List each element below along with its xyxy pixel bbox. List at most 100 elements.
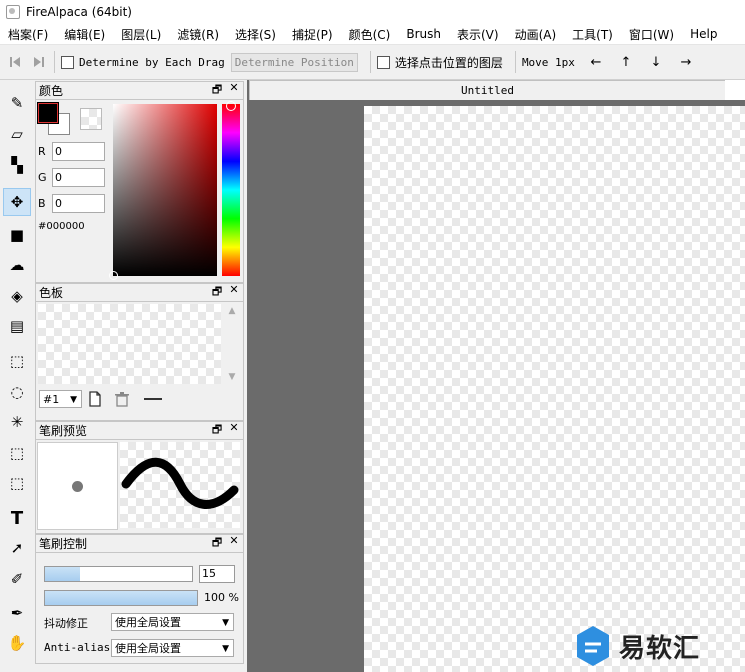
brush-opacity-slider[interactable]: [44, 590, 198, 606]
color-panel: 颜色 🗗 ✕ R 0 G 0 B 0 #000000: [35, 81, 244, 283]
antialias-select[interactable]: 使用全局设置 ▼: [111, 639, 234, 657]
menu-item-3[interactable]: 滤镜(R): [169, 26, 227, 43]
brush-preview-title: 笔刷预览: [39, 424, 88, 438]
palette-swatch-area[interactable]: [38, 304, 221, 384]
palette-select[interactable]: #1 ▼: [39, 390, 82, 408]
move-left-button[interactable]: ←: [581, 55, 611, 70]
divide-tool-icon[interactable]: ✐: [4, 566, 30, 592]
brush-size-slider[interactable]: [44, 566, 193, 582]
determine-position-button[interactable]: Determine Position: [230, 52, 358, 72]
float-icon[interactable]: 🗗: [211, 421, 223, 440]
hand-tool-icon[interactable]: ✋: [4, 630, 30, 656]
green-input[interactable]: 0: [52, 168, 105, 187]
brush-size-input[interactable]: 15: [199, 565, 235, 583]
magic-wand-tool-icon[interactable]: ✳: [4, 409, 30, 435]
text-tool-icon[interactable]: T: [4, 505, 30, 531]
brush-tip-preview: [37, 442, 118, 530]
saturation-value-square[interactable]: [109, 104, 217, 280]
app-icon: [6, 5, 20, 19]
select-eraser-tool-icon[interactable]: ⬚: [4, 470, 30, 496]
select-layer-checkbox[interactable]: [376, 55, 390, 69]
menu-item-4[interactable]: 选择(S): [227, 26, 284, 43]
menu-item-11[interactable]: 窗口(W): [621, 26, 682, 43]
close-icon[interactable]: ✕: [228, 421, 240, 440]
menu-item-7[interactable]: Brush: [398, 27, 449, 41]
menu-item-1[interactable]: 编辑(E): [56, 26, 113, 43]
antialias-value: 使用全局设置: [115, 642, 181, 655]
lasso-select-tool-icon[interactable]: ◌: [4, 379, 30, 405]
tab-strip-end: [725, 80, 745, 100]
close-icon[interactable]: ✕: [228, 283, 240, 302]
canvas-tab[interactable]: Untitled: [249, 80, 726, 100]
eraser-tool-icon[interactable]: ▱: [4, 121, 30, 147]
watermark: 易软汇: [575, 620, 745, 672]
color-panel-header: 颜色 🗗 ✕: [36, 81, 243, 100]
close-icon[interactable]: ✕: [228, 81, 240, 100]
fill-rect-tool-icon[interactable]: ■: [4, 222, 30, 248]
brush-control-panel: 笔刷控制 🗗 ✕ 15 100 % 抖动修正 使用全局设置 ▼ Anti-alia…: [35, 534, 244, 664]
close-icon[interactable]: ✕: [228, 534, 240, 553]
gradient-tool-icon[interactable]: ▤: [4, 313, 30, 339]
brush-opacity-fill: [45, 591, 197, 605]
blue-row: B 0: [38, 194, 105, 213]
move-tool-icon[interactable]: ✥: [3, 188, 31, 216]
dot-tool-icon[interactable]: ▚: [4, 152, 30, 178]
blue-input[interactable]: 0: [52, 194, 105, 213]
brush-control-title: 笔刷控制: [39, 537, 88, 551]
palette-select-value: #1: [43, 393, 60, 406]
separator: [514, 51, 516, 73]
palette-panel-title: 色板: [39, 286, 64, 300]
tool-bar: ✎ ▱ ▚ ✥ ■ ☁ ◈ ▤ ⬚ ◌ ✳ ⬚ ⬚ T ➚ ✐ ✒ ✋: [0, 80, 34, 672]
menu-item-10[interactable]: 工具(T): [564, 26, 621, 43]
palette-panel: 色板 🗗 ✕ ▲ ▼ #1 ▼: [35, 283, 244, 421]
new-document-icon[interactable]: [88, 391, 102, 410]
stroke-preview-icon: [121, 457, 239, 509]
lasso-fill-tool-icon[interactable]: ☁: [4, 252, 30, 278]
separator: [54, 51, 55, 73]
float-icon[interactable]: 🗗: [211, 534, 223, 553]
select-pen-tool-icon[interactable]: ⬚: [4, 440, 30, 466]
menu-item-6[interactable]: 颜色(C): [341, 26, 399, 43]
menu-item-12[interactable]: Help: [682, 27, 725, 41]
prev-icon[interactable]: [6, 53, 24, 71]
operation-tool-icon[interactable]: ➚: [4, 535, 30, 561]
determine-each-drag-label: Determine by Each Drag: [79, 55, 225, 69]
blue-label: B: [38, 197, 46, 210]
hue-slider[interactable]: [222, 101, 240, 276]
menu-item-8[interactable]: 表示(V): [449, 26, 507, 43]
chevron-down-icon: ▼: [222, 618, 229, 628]
red-label: R: [38, 145, 46, 158]
menu-item-0[interactable]: 档案(F): [0, 26, 56, 43]
palette-scrollbar[interactable]: ▲ ▼: [224, 304, 240, 384]
eyedropper-tool-icon[interactable]: ✒: [4, 600, 30, 626]
brush-tool-icon[interactable]: ✎: [4, 90, 30, 116]
green-row: G 0: [38, 168, 105, 187]
move-up-button[interactable]: ↑: [611, 55, 641, 70]
float-icon[interactable]: 🗗: [211, 81, 223, 100]
transparent-color-swatch[interactable]: [80, 108, 102, 130]
scroll-up-icon[interactable]: ▲: [224, 306, 240, 316]
brush-preview-header: 笔刷预览 🗗 ✕: [36, 421, 243, 440]
red-input[interactable]: 0: [52, 142, 105, 161]
select-rect-tool-icon[interactable]: ⬚: [4, 348, 30, 374]
canvas-area: Untitled: [247, 80, 745, 672]
scroll-down-icon[interactable]: ▼: [224, 372, 240, 382]
move-right-button[interactable]: →: [671, 55, 701, 70]
menu-bar: 档案(F) 编辑(E) 图层(L) 滤镜(R) 选择(S) 捕捉(P) 颜色(C) Brush…: [0, 24, 745, 45]
hue-cursor: [226, 101, 236, 111]
next-icon[interactable]: [30, 53, 48, 71]
trash-icon[interactable]: [114, 391, 130, 410]
menu-item-9[interactable]: 动画(A): [507, 26, 565, 43]
stabilizer-select[interactable]: 使用全局设置 ▼: [111, 613, 234, 631]
menu-item-5[interactable]: 捕捉(P): [284, 26, 341, 43]
determine-each-drag-checkbox[interactable]: [61, 55, 74, 69]
tool-options-bar: Determine by Each Drag Determine Positio…: [0, 45, 745, 80]
move-down-button[interactable]: ↓: [641, 55, 671, 70]
line-icon[interactable]: [144, 398, 162, 400]
bucket-tool-icon[interactable]: ◈: [4, 283, 30, 309]
canvas-document[interactable]: [364, 106, 745, 672]
menu-item-2[interactable]: 图层(L): [113, 26, 169, 43]
green-label: G: [38, 171, 47, 184]
float-icon[interactable]: 🗗: [211, 283, 223, 302]
foreground-color-swatch[interactable]: [37, 102, 59, 124]
